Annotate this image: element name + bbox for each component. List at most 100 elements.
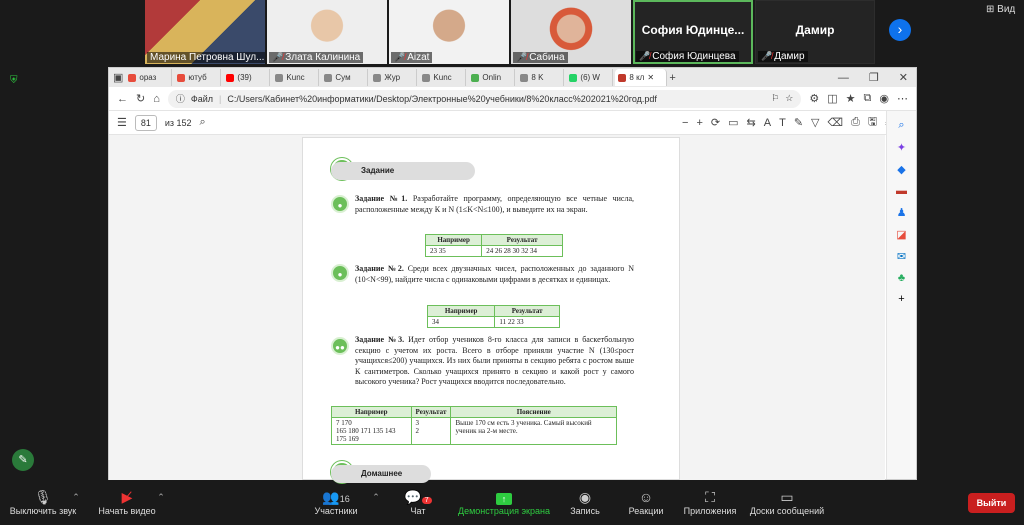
participant-tile[interactable]: Дамир 🎤̸ Дамир xyxy=(755,0,875,64)
browser-tab[interactable]: ютуб xyxy=(174,69,222,86)
browser-tab[interactable]: Сум xyxy=(321,69,369,86)
games-icon[interactable]: ♟ xyxy=(897,206,907,219)
copilot-icon[interactable]: ✦ xyxy=(897,141,906,154)
table-header: Результат xyxy=(494,305,560,317)
participant-tile[interactable]: Марина Петровна Шул... xyxy=(145,0,265,64)
browser-tab[interactable]: Kunc xyxy=(272,69,320,86)
minimize-icon[interactable]: — xyxy=(838,72,849,84)
tab-label: Сум xyxy=(335,73,351,82)
view-label: Вид xyxy=(997,4,1016,15)
outlook-icon[interactable]: ✉ xyxy=(897,250,906,263)
participant-tile[interactable]: София Юдинце... 🎤̸ София Юдинцева xyxy=(633,0,753,64)
extensions-icon[interactable]: ⚙ xyxy=(809,92,819,105)
table-header: Например xyxy=(426,305,496,317)
favicon-icon xyxy=(520,73,529,82)
participant-name: Дамир xyxy=(774,51,805,62)
chevron-up-icon[interactable]: ⌃ xyxy=(157,492,165,503)
participant-name: Злата Калинина xyxy=(285,52,361,63)
highlight-icon[interactable]: ▽ xyxy=(811,116,819,129)
search-icon[interactable]: ⌕ xyxy=(200,116,206,129)
pdf-viewer[interactable]: Задание ● Задание №1. Разработайте прогр… xyxy=(109,135,885,496)
info-icon: ⓘ xyxy=(175,94,185,104)
zoom-out-icon[interactable]: − xyxy=(682,117,688,129)
read-aloud-icon[interactable]: A xyxy=(764,117,771,129)
difficulty-badge: ●● xyxy=(331,337,349,355)
table-header: Пояснение xyxy=(450,406,617,418)
favorite-icon[interactable]: ☆ xyxy=(785,93,793,104)
tree-icon[interactable]: ♣ xyxy=(898,272,905,284)
browser-tab[interactable]: (6) W xyxy=(566,69,614,86)
page-view-icon[interactable]: ⇆ xyxy=(747,116,756,129)
print-icon[interactable]: ⎙ xyxy=(851,116,860,129)
save-icon[interactable]: 🖫 xyxy=(868,113,877,132)
search-icon[interactable]: ⌕ xyxy=(898,119,904,132)
erase-icon[interactable]: ⌫ xyxy=(828,116,844,129)
more-icon[interactable]: ⋯ xyxy=(897,92,908,105)
refresh-icon[interactable]: ↻ xyxy=(136,92,145,105)
page-number-input[interactable]: 81 xyxy=(134,114,157,131)
browser-tab[interactable]: Onlin xyxy=(468,69,516,86)
browser-tab[interactable]: (39) xyxy=(223,69,271,86)
office-icon[interactable]: ◪ xyxy=(896,228,906,241)
fit-page-icon[interactable]: ▭ xyxy=(728,116,738,129)
browser-tab[interactable]: Kunc xyxy=(419,69,467,86)
zoom-in-icon[interactable]: + xyxy=(696,117,702,129)
read-aloud-icon[interactable]: ⚐ xyxy=(771,93,779,104)
shield-icon[interactable]: ⛨ xyxy=(10,75,18,86)
home-icon[interactable]: ⌂ xyxy=(153,93,160,105)
table-cell: Выше 170 см есть 3 ученика. Самый высоки… xyxy=(450,417,617,445)
mute-button[interactable]: 🎙 Выключить звук xyxy=(8,488,78,516)
browser-tab-active[interactable]: 8 кл ✕ xyxy=(615,69,668,86)
tab-label: ютуб xyxy=(188,73,207,82)
reactions-button[interactable]: ☺ Реакции xyxy=(626,488,666,516)
participant-tile[interactable]: 🎤̸ Сабина xyxy=(511,0,631,64)
apps-button[interactable]: ⛶ Приложения xyxy=(682,488,738,516)
video-label: Начать видео xyxy=(98,506,156,516)
task2-table: Например Результат 34 11 22 33 xyxy=(426,305,560,328)
record-button[interactable]: ◉ Запись xyxy=(566,488,604,516)
participants-button[interactable]: 👥16 Участники xyxy=(312,488,360,516)
tools-icon[interactable]: ▬ xyxy=(896,185,907,197)
browser-tab[interactable]: Жур xyxy=(370,69,418,86)
annotate-icon[interactable]: ✎ xyxy=(12,449,34,471)
browser-tab[interactable]: ораз xyxy=(125,69,173,86)
new-tab-icon[interactable]: + xyxy=(669,72,675,84)
whiteboards-button[interactable]: ▭ Доски сообщений xyxy=(748,488,826,516)
table-header: Например xyxy=(424,234,483,246)
tab-label: ораз xyxy=(139,73,157,82)
favicon-icon xyxy=(275,73,284,82)
url-field[interactable]: ⓘ Файл | C:/Users/Кабинет%20информатики/… xyxy=(167,89,802,108)
back-icon[interactable]: ← xyxy=(117,93,128,105)
collections-icon[interactable]: ⧉ xyxy=(864,92,872,105)
rotate-icon[interactable]: ⟳ xyxy=(711,116,720,129)
maximize-icon[interactable]: ❐ xyxy=(869,71,879,84)
participant-display-name: Дамир xyxy=(795,23,835,37)
close-icon[interactable]: ✕ xyxy=(899,71,908,84)
chevron-up-icon[interactable]: ⌃ xyxy=(372,492,380,503)
homework-title: Домашнее задание xyxy=(331,465,431,496)
shopping-icon[interactable]: ◆ xyxy=(897,163,905,176)
youtube-icon xyxy=(226,73,235,82)
video-button[interactable]: ▶̸ Начать видео xyxy=(96,488,158,516)
reactions-label: Реакции xyxy=(628,506,664,516)
pdf-icon xyxy=(618,73,627,82)
profile-icon[interactable]: ◉ xyxy=(879,92,889,105)
leave-button[interactable]: Выйти xyxy=(968,493,1015,513)
chat-button[interactable]: 💬 7 Чат xyxy=(404,488,432,516)
participant-tile[interactable]: 🎤̸ Злата Калинина xyxy=(267,0,387,64)
participant-tile[interactable]: 🎤̸ Aizat xyxy=(389,0,509,64)
share-screen-button[interactable]: ↑ Демонстрация экрана xyxy=(455,488,553,516)
next-page-icon[interactable]: › xyxy=(889,19,911,41)
chat-label: Чат xyxy=(410,506,426,516)
split-screen-icon[interactable]: ◫ xyxy=(827,92,837,105)
contents-icon[interactable]: ☰ xyxy=(117,116,127,129)
view-button[interactable]: ⊞ Вид xyxy=(986,4,1015,15)
browser-tab[interactable]: 8 K xyxy=(517,69,565,86)
participant-name: Aizat xyxy=(407,52,430,63)
draw-icon[interactable]: ✎ xyxy=(794,116,803,129)
favorites-icon[interactable]: ★ xyxy=(846,92,856,105)
add-icon[interactable]: + xyxy=(898,293,904,305)
tab-actions-icon[interactable]: ▣ xyxy=(113,71,123,84)
text-icon[interactable]: T xyxy=(779,117,786,129)
chevron-up-icon[interactable]: ⌃ xyxy=(72,492,80,503)
